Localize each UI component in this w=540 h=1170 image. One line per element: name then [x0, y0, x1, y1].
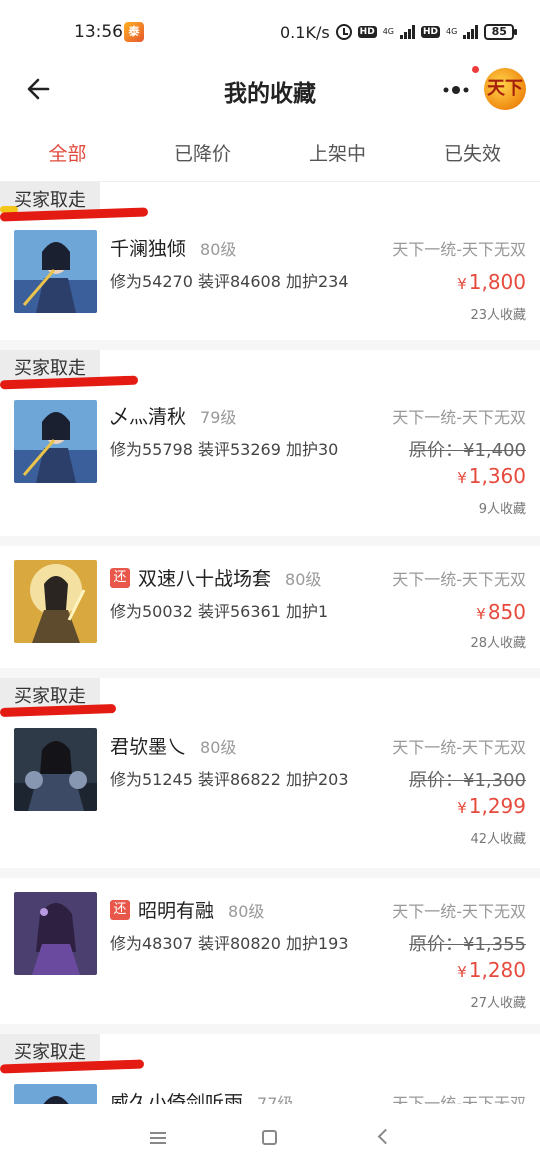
network-type-2: 4G: [446, 27, 458, 36]
list-item[interactable]: 买家取走 乄灬清秋 79级 修为55798 装评53269 加护30 天下一统-…: [0, 350, 540, 546]
item-original-price: 原价：¥1,300: [409, 770, 526, 791]
item-stats: 修为54270 装评84608 加护234: [110, 272, 349, 291]
network-type: 4G: [382, 27, 394, 36]
item-price: ¥1,299: [457, 794, 526, 818]
item-name-row: 千澜独倾 80级: [110, 234, 236, 261]
item-name-row: 威久小倚剑听雨 77级: [110, 1088, 293, 1104]
app-notification-icon: 泰: [124, 22, 144, 42]
item-name: 双速八十战场套: [138, 568, 272, 590]
returned-badge: 还: [110, 899, 130, 920]
item-name-row: 还 昭明有融 80级: [110, 896, 264, 923]
avatar[interactable]: 天下: [484, 68, 526, 110]
status-bar: 13:56 泰 0.1K/s HD 4G HD 4G 85: [0, 0, 540, 62]
item-server: 天下一统-天下无双: [392, 902, 526, 921]
home-icon[interactable]: [262, 1130, 277, 1145]
item-favorites: 9人收藏: [478, 502, 526, 517]
item-stats: 修为48307 装评80820 加护193: [110, 934, 349, 953]
item-level: 79级: [200, 407, 237, 427]
item-price: ¥1,280: [457, 958, 526, 982]
tab-on-sale[interactable]: 上架中: [270, 126, 405, 181]
item-favorites: 23人收藏: [470, 308, 526, 323]
item-stats: 修为50032 装评56361 加护1: [110, 602, 329, 621]
item-level: 80级: [200, 737, 237, 757]
item-name: 千澜独倾: [110, 238, 187, 260]
item-thumbnail: [14, 230, 97, 313]
item-name: 君欤墨乀: [110, 736, 187, 758]
status-time: 13:56: [74, 22, 123, 42]
item-thumbnail: [14, 892, 97, 975]
list-item[interactable]: 买家取走 君欤墨乀 80级 修为51245 装评86822 加护203 天下一统…: [0, 678, 540, 878]
item-server: 天下一统-天下无双: [392, 738, 526, 757]
signal-icon-2: [463, 25, 479, 39]
back-icon[interactable]: [377, 1128, 394, 1145]
item-stats: 修为55798 装评53269 加护30: [110, 440, 339, 459]
alarm-icon: [335, 24, 352, 40]
favorites-list: 买家取走 千澜独倾 80级 修为54270 装评84608 加护234 天下一统…: [0, 182, 540, 1104]
net-speed: 0.1K/s: [280, 22, 330, 42]
item-favorites: 42人收藏: [470, 832, 526, 847]
hd-icon: HD: [357, 26, 377, 38]
item-thumbnail: [14, 400, 97, 483]
list-item[interactable]: 买家取走 威久小倚剑听雨 77级 天下一统-天下无双: [0, 1034, 540, 1104]
tab-price-dropped[interactable]: 已降价: [135, 126, 270, 181]
item-original-price: 原价：¥1,355: [409, 934, 526, 955]
notification-dot: [472, 66, 479, 73]
item-level: 80级: [285, 569, 322, 589]
sold-tag-wrap: 买家取走: [0, 350, 139, 390]
list-item[interactable]: 还 昭明有融 80级 修为48307 装评80820 加护193 天下一统-天下…: [0, 878, 540, 1034]
item-thumbnail: [14, 728, 97, 811]
item-level: 80级: [228, 901, 265, 921]
tab-all[interactable]: 全部: [0, 126, 135, 181]
item-name: 威久小倚剑听雨: [110, 1092, 244, 1104]
item-server: 天下一统-天下无双: [392, 570, 526, 589]
item-thumbnail: [14, 560, 97, 643]
item-server: 天下一统-天下无双: [392, 240, 526, 259]
menu-icon[interactable]: [150, 1132, 166, 1144]
status-indicators: 0.1K/s HD 4G HD 4G 85: [280, 22, 518, 42]
item-name: 昭明有融: [138, 900, 215, 922]
item-name-row: 君欤墨乀 80级: [110, 732, 236, 759]
item-stats: 修为51245 装评86822 加护203: [110, 770, 349, 789]
returned-badge: 还: [110, 567, 130, 588]
item-price: ¥1,360: [457, 464, 526, 488]
item-favorites: 28人收藏: [470, 636, 526, 651]
tab-expired[interactable]: 已失效: [405, 126, 540, 181]
system-nav-bar: [0, 1104, 540, 1170]
item-name: 乄灬清秋: [110, 406, 187, 428]
signal-icon: [399, 25, 415, 39]
sold-tag-wrap: 买家取走: [0, 678, 117, 718]
sold-tag-wrap: 买家取走: [0, 182, 149, 222]
hd-icon-2: HD: [420, 26, 440, 38]
item-thumbnail: [14, 1084, 97, 1104]
item-price: ¥850: [476, 600, 526, 624]
sold-tag-wrap: 买家取走: [0, 1034, 145, 1074]
header: 我的收藏 天下: [0, 62, 540, 118]
item-original-price: 原价：¥1,400: [409, 440, 526, 461]
item-server: 天下一统-天下无双: [392, 408, 526, 427]
item-name-row: 乄灬清秋 79级: [110, 402, 236, 429]
item-server: 天下一统-天下无双: [392, 1094, 526, 1104]
item-name-row: 还 双速八十战场套 80级: [110, 564, 321, 591]
item-level: 80级: [200, 239, 237, 259]
more-options-icon[interactable]: [440, 80, 474, 100]
item-price: ¥1,800: [457, 270, 526, 294]
item-level: 77级: [257, 1093, 294, 1105]
battery-icon: 85: [484, 24, 518, 40]
list-item[interactable]: 还 双速八十战场套 80级 修为50032 装评56361 加护1 天下一统-天…: [0, 546, 540, 678]
item-favorites: 27人收藏: [470, 996, 526, 1011]
filter-tabs: 全部 已降价 上架中 已失效: [0, 126, 540, 182]
list-item[interactable]: 买家取走 千澜独倾 80级 修为54270 装评84608 加护234 天下一统…: [0, 182, 540, 350]
